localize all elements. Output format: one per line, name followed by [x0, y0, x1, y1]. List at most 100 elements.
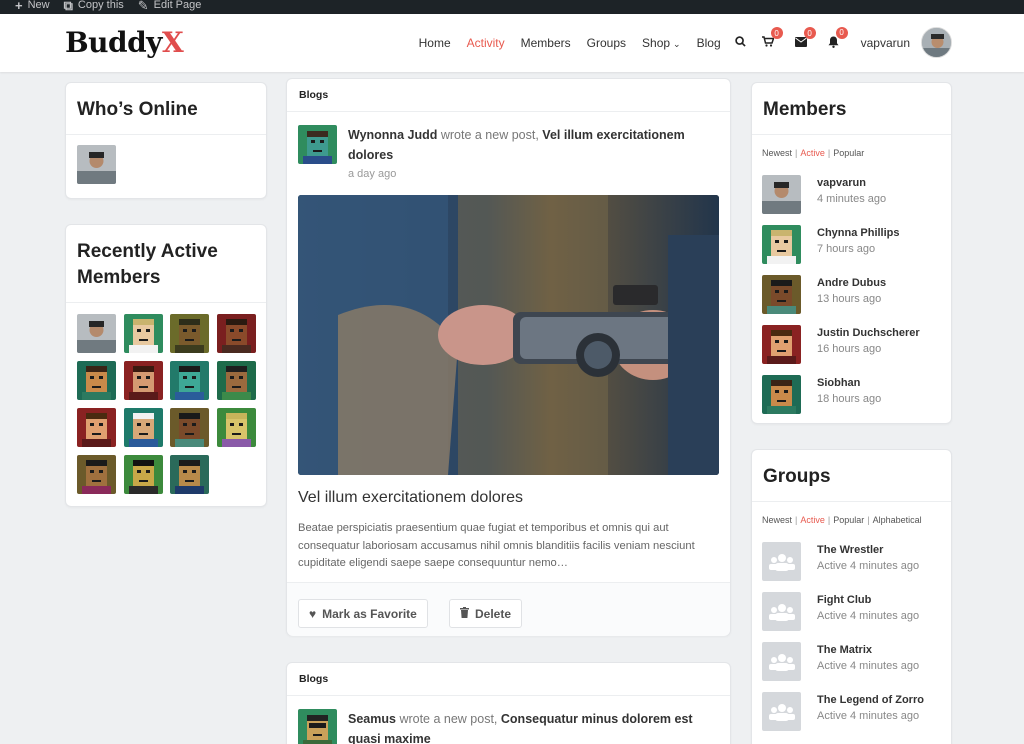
activity-post: Blogs Seamus wrote a new post, Consequat…	[286, 662, 731, 744]
admin-edit-item[interactable]: ✎ Edit Page	[138, 0, 202, 14]
group-avatar-icon[interactable]	[762, 592, 801, 631]
admin-new-item[interactable]: + New	[15, 0, 50, 14]
chevron-down-icon: ⌄	[673, 39, 681, 49]
post-author-avatar[interactable]	[298, 125, 337, 164]
recently-active-widget: Recently Active Members	[65, 224, 267, 507]
post-excerpt: Beatae perspiciatis praesentium quae fug…	[298, 522, 695, 569]
group-name[interactable]: Fight Club	[817, 594, 871, 606]
heart-icon: ♥	[309, 606, 317, 621]
admin-copy-item[interactable]: ⧉ Copy this	[64, 0, 124, 14]
plus-icon: +	[15, 0, 23, 13]
group-name[interactable]: The Wrestler	[817, 544, 883, 556]
group-avatar-icon[interactable]	[762, 642, 801, 681]
nav-home[interactable]: Home	[419, 36, 451, 50]
recent-member-avatar[interactable]	[123, 455, 163, 494]
group-last-active: Active 4 minutes ago	[817, 660, 920, 672]
activity-post: Blogs Wynonna Judd wrote a new post, Vel…	[286, 78, 731, 636]
user-name[interactable]: vapvarun	[861, 36, 910, 50]
recent-member-avatar[interactable]	[170, 314, 209, 353]
groups-tab-active[interactable]: Active	[800, 515, 825, 525]
envelope-icon[interactable]: 0	[794, 27, 816, 50]
post-author-avatar[interactable]	[298, 709, 337, 744]
members-filter-tabs: Newest | Active | Popular	[752, 135, 951, 171]
member-name[interactable]: Justin Duchscherer	[817, 327, 920, 339]
group-avatar-icon[interactable]	[762, 692, 801, 731]
logo-text: Buddy	[65, 26, 162, 59]
recent-member-avatar[interactable]	[170, 455, 209, 494]
whos-online-title: Who’s Online	[77, 99, 198, 120]
recent-member-avatar[interactable]	[123, 361, 163, 400]
member-avatar[interactable]	[762, 225, 801, 264]
members-tab-popular[interactable]: Popular	[833, 148, 864, 158]
post-actions-bar: ♥ Mark as Favorite Delete	[287, 582, 730, 636]
user-avatar[interactable]	[921, 27, 952, 58]
post-title[interactable]: Vel illum exercitationem dolores	[298, 489, 523, 507]
messages-badge: 0	[803, 27, 816, 39]
post-section-label: Blogs	[287, 663, 730, 696]
member-last-active: 16 hours ago	[817, 343, 882, 355]
groups-widget: Groups Newest | Active | Popular | Alphabetica…	[751, 449, 952, 744]
recently-active-title: Recently Active Members	[77, 241, 218, 288]
recent-member-avatar[interactable]	[77, 455, 116, 494]
group-avatar-icon[interactable]	[762, 542, 801, 581]
member-last-active: 4 minutes ago	[817, 193, 887, 205]
recent-member-avatar[interactable]	[170, 361, 209, 400]
recent-member-avatar[interactable]	[77, 314, 116, 353]
nav-members[interactable]: Members	[521, 36, 571, 50]
post-section-label: Blogs	[287, 79, 730, 112]
recent-member-avatar[interactable]	[170, 408, 209, 447]
member-name[interactable]: Siobhan	[817, 377, 860, 389]
post-author-link[interactable]: Seamus	[348, 712, 396, 726]
online-member-avatar[interactable]	[77, 145, 116, 184]
trash-icon	[460, 606, 469, 621]
group-last-active: Active 4 minutes ago	[817, 710, 920, 722]
nav-activity[interactable]: Activity	[467, 36, 505, 50]
recent-member-avatar[interactable]	[216, 408, 256, 447]
recent-member-avatar[interactable]	[77, 361, 116, 400]
admin-new-label: New	[27, 0, 50, 11]
post-summary: Wynonna Judd wrote a new post, Vel illum…	[348, 125, 723, 165]
site-logo[interactable]: BuddyX	[65, 26, 184, 59]
nav-groups[interactable]: Groups	[587, 36, 626, 50]
member-avatar[interactable]	[762, 275, 801, 314]
groups-tab-newest[interactable]: Newest	[762, 515, 792, 525]
delete-label: Delete	[475, 606, 512, 621]
members-widget-title: Members	[763, 99, 847, 120]
recent-member-avatar[interactable]	[216, 314, 256, 353]
nav-shop-label: Shop	[642, 36, 671, 50]
widget-divider	[66, 302, 266, 303]
recent-member-avatar[interactable]	[123, 314, 163, 353]
post-action-text: wrote a new post,	[399, 712, 498, 726]
groups-tab-popular[interactable]: Popular	[833, 515, 864, 525]
member-avatar[interactable]	[762, 325, 801, 364]
member-last-active: 18 hours ago	[817, 393, 882, 405]
nav-shop[interactable]: Shop ⌄	[642, 36, 681, 50]
member-name[interactable]: vapvarun	[817, 177, 866, 189]
members-tab-active[interactable]: Active	[800, 148, 825, 158]
member-name[interactable]: Andre Dubus	[817, 277, 886, 289]
recent-member-avatar[interactable]	[123, 408, 163, 447]
pencil-icon: ✎	[137, 0, 149, 13]
nav-blog[interactable]: Blog	[697, 36, 721, 50]
groups-tab-alphabetical[interactable]: Alphabetical	[873, 515, 922, 525]
site-header: BuddyX Home Activity Members Groups Shop…	[0, 14, 1024, 72]
search-icon[interactable]	[734, 36, 746, 50]
recent-member-avatar[interactable]	[216, 361, 256, 400]
cart-icon[interactable]: 0	[761, 27, 783, 50]
delete-button[interactable]: Delete	[449, 599, 523, 628]
admin-copy-label: Copy this	[77, 0, 124, 11]
recent-member-avatar[interactable]	[77, 408, 116, 447]
group-name[interactable]: The Legend of Zorro	[817, 694, 924, 706]
member-name[interactable]: Chynna Phillips	[817, 227, 900, 239]
member-avatar[interactable]	[762, 175, 801, 214]
notifications-badge: 0	[835, 26, 848, 39]
members-tab-newest[interactable]: Newest	[762, 148, 792, 158]
group-name[interactable]: The Matrix	[817, 644, 872, 656]
bell-icon[interactable]: 0	[828, 26, 848, 51]
member-last-active: 7 hours ago	[817, 243, 876, 255]
post-featured-image[interactable]	[298, 195, 719, 475]
member-avatar[interactable]	[762, 375, 801, 414]
mark-favorite-button[interactable]: ♥ Mark as Favorite	[298, 599, 428, 628]
post-author-link[interactable]: Wynonna Judd	[348, 128, 437, 142]
post-timestamp[interactable]: a day ago	[348, 168, 396, 180]
